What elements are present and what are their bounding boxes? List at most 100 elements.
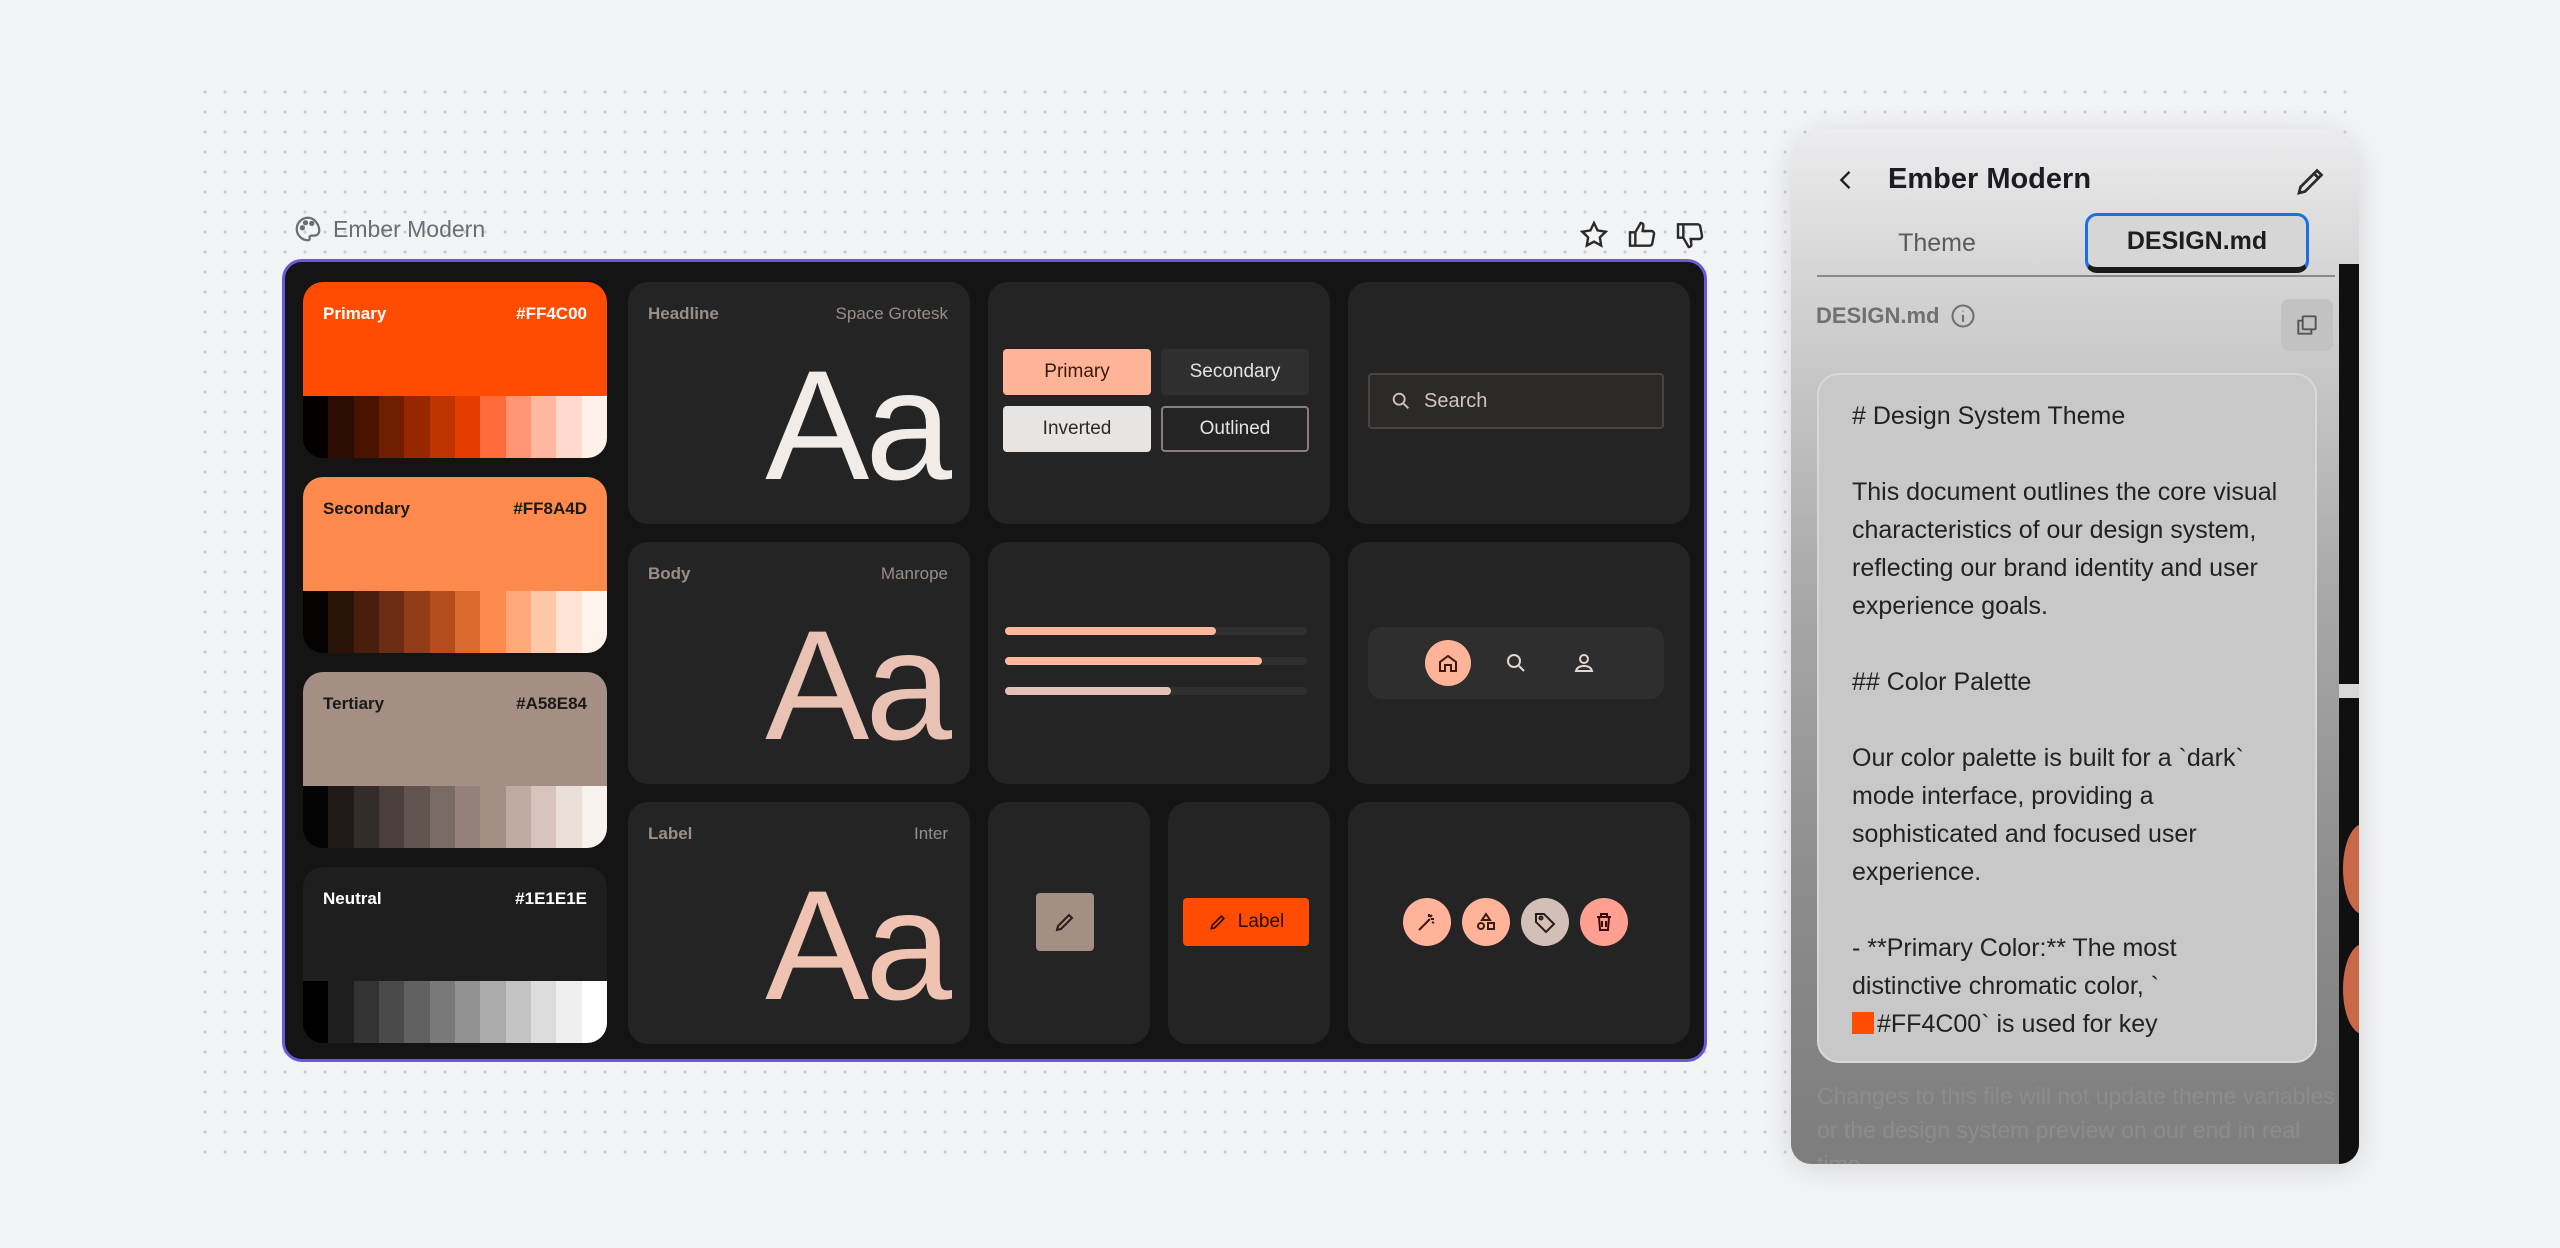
back-icon[interactable] [1826,160,1866,200]
info-icon[interactable] [1949,302,1977,330]
home-icon[interactable] [1425,640,1471,686]
ramp-step [480,591,506,653]
panel-footnote: Changes to this file will not update the… [1817,1083,2335,1164]
buttons-card [988,282,1330,524]
tag-icon[interactable] [1521,898,1569,946]
ramp-step [505,591,531,653]
ramp-step [454,981,481,1043]
preview-strip-line [2339,684,2359,698]
label-button-text: Label [1237,911,1285,932]
panel-tabs: Theme DESIGN.md [1817,213,2335,277]
type-sample: Aa [765,339,952,513]
swatch-hex: #FF4C00 [516,304,587,323]
thumbs-up-icon[interactable] [1625,218,1659,252]
swatch-primary-header: Primary #FF4C00 [303,282,607,396]
doc-heading-1: # Design System Theme [1852,402,2126,430]
ramp-step [404,981,430,1043]
ramp-step [429,786,455,848]
design-md-editor[interactable]: # Design System Theme This document outl… [1817,373,2317,1063]
type-role-label: Headline [648,304,719,323]
file-label-row: DESIGN.md [1816,302,1977,330]
shapes-icon[interactable] [1462,898,1510,946]
thumbs-down-icon[interactable] [1673,218,1707,252]
copy-button[interactable] [2281,299,2333,351]
progress-bar-1 [1005,627,1307,635]
inverted-button[interactable]: Inverted [1003,406,1151,452]
ramp-step [378,786,405,848]
tab-design-md[interactable]: DESIGN.md [2085,213,2309,273]
ramp-step [303,786,329,848]
outlined-button[interactable]: Outlined [1161,406,1309,452]
swatch-secondary[interactable]: Secondary #FF8A4D [303,477,607,653]
pencil-icon [1055,913,1074,932]
ramp-step [581,396,607,458]
ramp-step [530,396,557,458]
ramp-step [530,981,557,1043]
doc-list-text: - **Primary Color:** The most distinctiv… [1852,934,2177,1000]
swatch-hex: #FF8A4D [513,499,587,518]
ramp-step [480,786,506,848]
ramp-step [556,396,582,458]
copy-icon [2297,315,2317,335]
search-placeholder: Search [1424,389,1488,412]
ramp-step [353,981,379,1043]
feedback-actions [1577,218,1707,252]
ramp-step [429,591,455,653]
ramp-step [556,591,582,653]
ramp-step [556,786,582,848]
edit-icon-button[interactable] [1036,893,1094,951]
ramp-step [303,591,329,653]
ramp-step [429,981,455,1043]
design-md-content: # Design System Theme This document outl… [1852,397,2292,1043]
type-font-name: Manrope [880,564,948,583]
swatch-tertiary[interactable]: Tertiary #A58E84 [303,672,607,848]
ramp-step [353,396,379,458]
swatch-ramp [303,981,607,1043]
swatch-hex: #A58E84 [516,694,587,713]
preview-strip-glyph [2343,944,2359,1034]
palette-icon [295,216,321,242]
swatch-name: Neutral [323,889,382,908]
swatch-name: Primary [323,304,387,323]
progress-fill [1005,627,1217,635]
ramp-step [353,786,379,848]
typography-body-card[interactable]: Body Manrope Aa [628,542,970,784]
canvas-title-text: Ember Modern [333,215,486,242]
panel-title: Ember Modern [1888,163,2092,195]
typography-headline-card[interactable]: Headline Space Grotesk Aa [628,282,970,524]
typography-label-card[interactable]: Label Inter Aa [628,802,970,1044]
magic-wand-icon[interactable] [1403,898,1451,946]
search-field[interactable]: Search [1368,373,1664,429]
ramp-step [454,396,481,458]
ramp-step [480,981,506,1043]
swatch-name: Secondary [323,499,410,518]
type-sample: Aa [765,599,952,773]
ramp-step [454,786,481,848]
ramp-step [378,981,405,1043]
person-icon[interactable] [1561,640,1607,686]
doc-heading-2: ## Color Palette [1852,668,2032,696]
doc-list-text: #FF4C00` is used for key [1877,1010,2158,1038]
label-button[interactable]: Label [1183,898,1309,946]
star-icon[interactable] [1577,218,1611,252]
ramp-step [480,396,506,458]
ramp-step [404,591,430,653]
search-icon[interactable] [1493,640,1539,686]
primary-button[interactable]: Primary [1003,349,1151,395]
swatch-tertiary-header: Tertiary #A58E84 [303,672,607,786]
swatch-primary[interactable]: Primary #FF4C00 [303,282,607,458]
ramp-step [581,786,607,848]
swatch-neutral[interactable]: Neutral #1E1E1E [303,867,607,1043]
edit-icon[interactable] [2293,163,2329,199]
doc-list-item: - **Primary Color:** The most distinctiv… [1852,929,2292,1043]
ramp-step [454,591,481,653]
ramp-step [530,786,557,848]
tab-theme[interactable]: Theme [1817,213,2057,273]
delete-icon[interactable] [1580,898,1628,946]
type-font-name: Inter [913,824,948,843]
swatch-name: Tertiary [323,694,385,713]
canvas-header: Ember Modern [293,214,485,244]
secondary-button[interactable]: Secondary [1161,349,1309,395]
swatch-ramp [303,396,607,458]
progress-fill [1005,687,1172,695]
